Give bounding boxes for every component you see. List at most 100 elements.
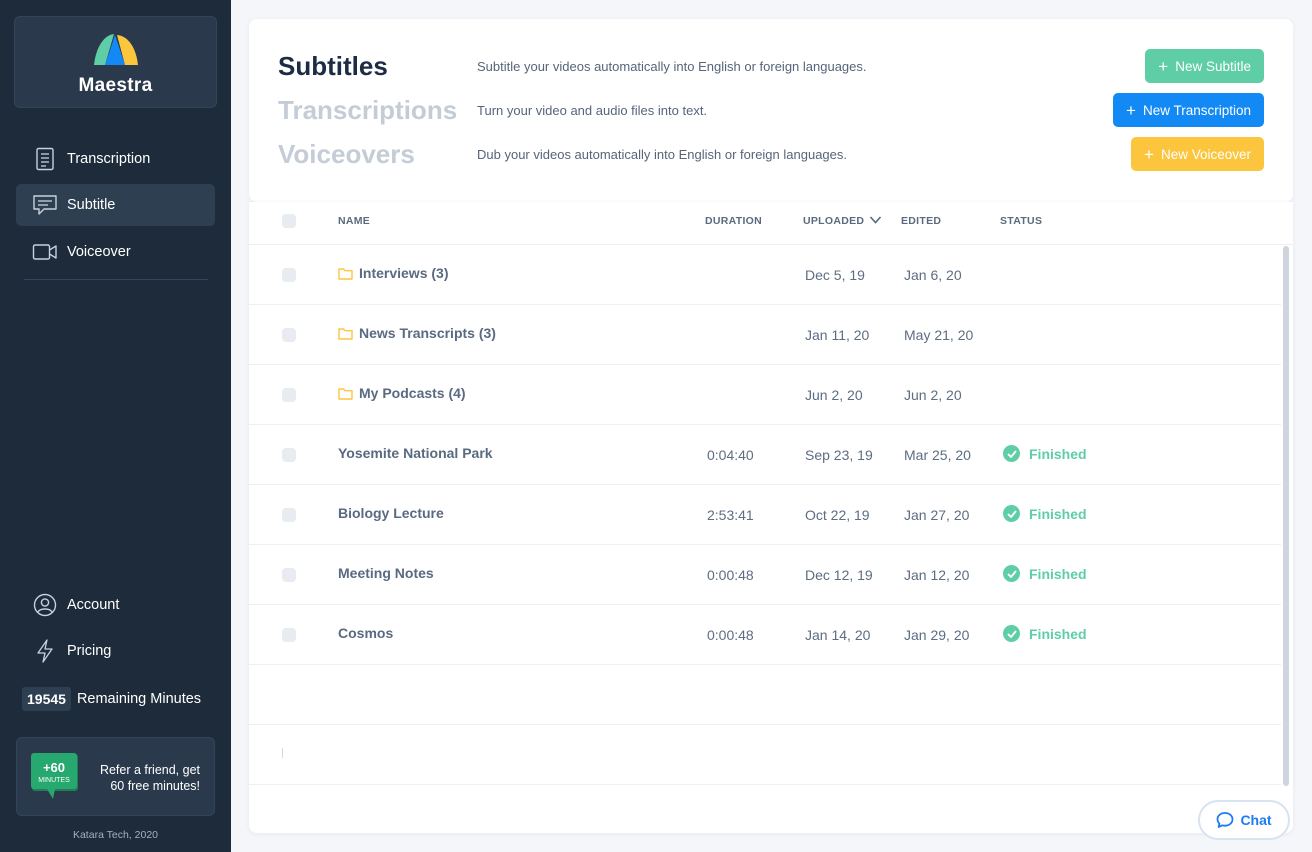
user-circle-icon: [32, 592, 58, 618]
row-uploaded: Oct 22, 19: [805, 507, 870, 523]
nav-label: Account: [67, 597, 120, 613]
row-checkbox[interactable]: [282, 388, 296, 402]
row-checkbox[interactable]: [282, 628, 296, 642]
table-row[interactable]: Cosmos 0:00:48 Jan 14, 20 Jan 29, 20 Finishe…: [249, 605, 1281, 665]
row-checkbox[interactable]: [282, 508, 296, 522]
tab-subtitles[interactable]: Subtitles: [278, 51, 477, 82]
badge-unit: MINUTES: [38, 777, 70, 784]
nav-label: Pricing: [67, 643, 112, 659]
row-name[interactable]: Cosmos: [338, 625, 393, 641]
column-status[interactable]: STATUS: [1000, 215, 1042, 227]
brand-card[interactable]: Maestra: [14, 16, 217, 108]
nav-subtitle[interactable]: Subtitle: [16, 184, 215, 226]
empty-row: [249, 665, 1281, 725]
table-row[interactable]: Meeting Notes 0:00:48 Dec 12, 19 Jan 12, 20…: [249, 545, 1281, 605]
column-name[interactable]: NAME: [338, 215, 370, 227]
plus-icon: +: [1144, 144, 1154, 164]
row-edited: May 21, 20: [904, 327, 974, 343]
minutes-count: 19545: [22, 687, 71, 711]
check-circle-icon: [1003, 565, 1020, 582]
gift-minutes-badge-icon: +60 MINUTES: [31, 753, 78, 799]
chevron-down-icon[interactable]: [869, 215, 882, 225]
badge-value: +60: [43, 760, 65, 775]
nav-voiceover[interactable]: Voiceover: [16, 231, 215, 273]
row-uploaded: Dec 5, 19: [805, 267, 865, 283]
plus-icon: +: [1158, 56, 1169, 76]
folder-icon: [338, 267, 353, 280]
row-name[interactable]: Biology Lecture: [338, 505, 444, 521]
chat-label: Chat: [1240, 812, 1272, 828]
table-header: NAME DURATION UPLOADED EDITED STATUS: [249, 202, 1293, 245]
table-row[interactable]: Biology Lecture 2:53:41 Oct 22, 19 Jan 27, …: [249, 485, 1281, 545]
row-name-text: Interviews (3): [359, 265, 449, 281]
row-edited: Jan 27, 20: [904, 507, 970, 523]
row-edited: Jun 2, 20: [904, 387, 962, 403]
row-checkbox[interactable]: [282, 448, 296, 462]
folder-row[interactable]: News Transcripts (3) Jan 11, 20 May 21, 20: [249, 305, 1281, 365]
row-duration: 0:04:40: [707, 447, 754, 463]
tab-voiceovers[interactable]: Voiceovers: [278, 139, 477, 170]
new-transcription-button[interactable]: + New Transcription: [1113, 93, 1264, 127]
plus-icon: +: [1126, 100, 1136, 120]
nav-pricing[interactable]: Pricing: [16, 630, 215, 672]
chat-bubble-icon: [1217, 812, 1234, 828]
row-checkbox[interactable]: [282, 568, 296, 582]
voiceovers-description: Dub your videos automatically into Engli…: [477, 146, 847, 162]
nav-divider: [24, 279, 208, 280]
row-name-text: My Podcasts (4): [359, 385, 466, 401]
document-icon: [32, 146, 58, 172]
row-checkbox[interactable]: [282, 268, 296, 282]
new-voiceover-button[interactable]: + New Voiceover: [1131, 137, 1264, 171]
tab-transcriptions[interactable]: Transcriptions: [278, 95, 477, 126]
check-circle-icon: [1003, 625, 1020, 642]
files-table: NAME DURATION UPLOADED EDITED STATUS Int…: [249, 202, 1293, 833]
subtitles-description: Subtitle your videos automatically into …: [477, 58, 867, 74]
nav-label: Voiceover: [67, 244, 131, 260]
column-edited[interactable]: EDITED: [901, 215, 941, 227]
row-edited: Jan 6, 20: [904, 267, 962, 283]
refer-friend-card[interactable]: +60 MINUTES Refer a friend, get 60 free …: [16, 737, 215, 816]
row-checkbox[interactable]: [282, 328, 296, 342]
row-name[interactable]: Interviews (3): [338, 265, 448, 281]
folder-row[interactable]: Interviews (3) Dec 5, 19 Jan 6, 20: [249, 245, 1281, 305]
row-name[interactable]: Yosemite National Park: [338, 445, 493, 461]
check-circle-icon: [1003, 445, 1020, 462]
new-subtitle-button[interactable]: + New Subtitle: [1145, 49, 1264, 83]
column-uploaded[interactable]: UPLOADED: [803, 215, 864, 227]
folder-row[interactable]: My Podcasts (4) Jun 2, 20 Jun 2, 20: [249, 365, 1281, 425]
status-text: Finished: [1029, 505, 1087, 522]
chat-button[interactable]: Chat: [1198, 800, 1290, 840]
status-badge: Finished: [1003, 565, 1087, 582]
nav-account[interactable]: Account: [16, 584, 215, 626]
row-duration: 0:00:48: [707, 567, 754, 583]
copyright: Katara Tech, 2020: [72, 829, 159, 841]
button-label: New Voiceover: [1160, 146, 1251, 162]
row-uploaded: Jun 2, 20: [805, 387, 863, 403]
status-badge: Finished: [1003, 505, 1087, 522]
nav-label: Subtitle: [67, 197, 116, 213]
scrollbar-thumb[interactable]: [1283, 246, 1289, 786]
select-all-checkbox[interactable]: [282, 214, 296, 228]
row-name-text: Cosmos: [338, 625, 394, 641]
row-uploaded: Sep 23, 19: [805, 447, 873, 463]
row-name[interactable]: My Podcasts (4): [338, 385, 466, 401]
video-camera-icon: [32, 239, 58, 265]
header-card: Subtitles Subtitle your videos automatic…: [249, 19, 1293, 202]
nav-transcription[interactable]: Transcription: [16, 138, 215, 180]
column-duration[interactable]: DURATION: [705, 215, 762, 227]
remaining-minutes: 19545 Remaining Minutes: [22, 686, 201, 712]
header-row-subtitles: Subtitles Subtitle your videos automatic…: [278, 44, 1264, 88]
refer-text: Refer a friend, get 60 free minutes!: [100, 762, 200, 794]
button-label: New Transcription: [1142, 102, 1251, 118]
row-duration: 0:00:48: [707, 627, 754, 643]
subtitle-icon: [32, 192, 58, 218]
row-name[interactable]: News Transcripts (3): [338, 325, 496, 341]
row-name-text: Meeting Notes: [338, 565, 434, 581]
row-uploaded: Jan 14, 20: [805, 627, 871, 643]
row-name[interactable]: Meeting Notes: [338, 565, 434, 581]
row-uploaded: Jan 11, 20: [805, 327, 870, 343]
row-edited: Jan 29, 20: [904, 627, 970, 643]
header-row-voiceovers: Voiceovers Dub your videos automatically…: [278, 132, 1264, 176]
table-row[interactable]: Yosemite National Park 0:04:40 Sep 23, 19 M…: [249, 425, 1281, 485]
row-name-text: Biology Lecture: [338, 505, 444, 521]
